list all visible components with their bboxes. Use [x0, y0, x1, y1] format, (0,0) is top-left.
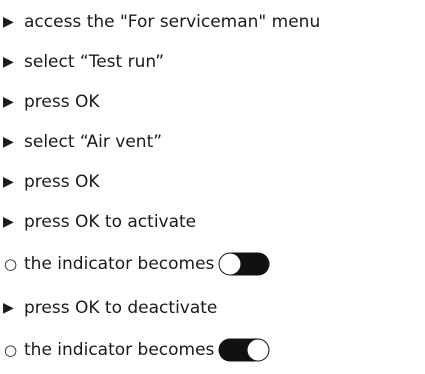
step-text: press OK: [24, 172, 100, 192]
step-select-test-run: ▶ select “Test run”: [0, 51, 164, 73]
step-text: select “Air vent”: [24, 132, 163, 152]
arrow-bullet-icon: ▶: [3, 134, 14, 150]
step-select-air-vent: ▶ select “Air vent”: [0, 131, 162, 153]
step-text: access the "For serviceman" menu: [24, 12, 321, 32]
step-press-ok: ▶ press OK: [0, 91, 100, 113]
arrow-bullet-icon: ▶: [3, 300, 14, 316]
step-press-ok: ▶ press OK: [0, 171, 100, 193]
step-access-serviceman-menu: ▶ access the "For serviceman" menu: [0, 11, 320, 33]
step-text: press OK to deactivate: [24, 298, 218, 318]
result-indicator-off: ○ the indicator becomes: [0, 252, 270, 276]
arrow-bullet-icon: ▶: [3, 14, 14, 30]
step-text: the indicator becomes: [24, 254, 215, 274]
step-text: the indicator becomes: [24, 340, 215, 360]
step-text: press OK: [24, 92, 100, 112]
arrow-bullet-icon: ▶: [3, 174, 14, 190]
toggle-on-icon: [218, 338, 270, 362]
step-press-ok-deactivate: ▶ press OK to deactivate: [0, 297, 217, 319]
arrow-bullet-icon: ▶: [3, 214, 14, 230]
step-text: press OK to activate: [24, 212, 197, 232]
result-indicator-on: ○ the indicator becomes: [0, 338, 270, 362]
circle-bullet-icon: ○: [4, 341, 18, 359]
step-text: select “Test run”: [24, 52, 165, 72]
circle-bullet-icon: ○: [4, 255, 18, 273]
step-press-ok-activate: ▶ press OK to activate: [0, 211, 196, 233]
toggle-off-icon: [218, 252, 270, 276]
arrow-bullet-icon: ▶: [3, 94, 14, 110]
arrow-bullet-icon: ▶: [3, 54, 14, 70]
